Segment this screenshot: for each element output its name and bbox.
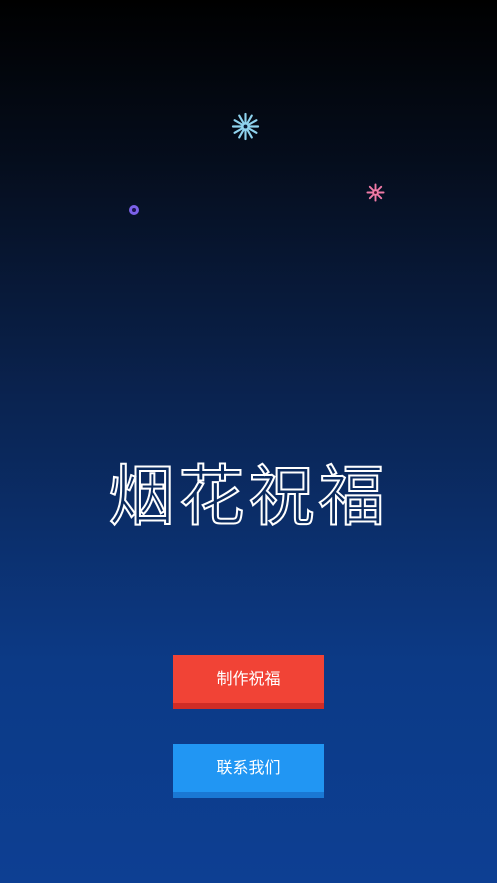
contact-us-button[interactable]: 联系我们 [173, 744, 324, 798]
make-blessing-button[interactable]: 制作祝福 [173, 655, 324, 709]
firework-purple-icon [129, 205, 139, 215]
firework-pink-icon [366, 183, 385, 202]
splash-screen: 烟花祝福 制作祝福 联系我们 [0, 0, 497, 883]
firework-cyan-icon [231, 112, 260, 141]
app-title: 烟花祝福 [108, 457, 389, 536]
